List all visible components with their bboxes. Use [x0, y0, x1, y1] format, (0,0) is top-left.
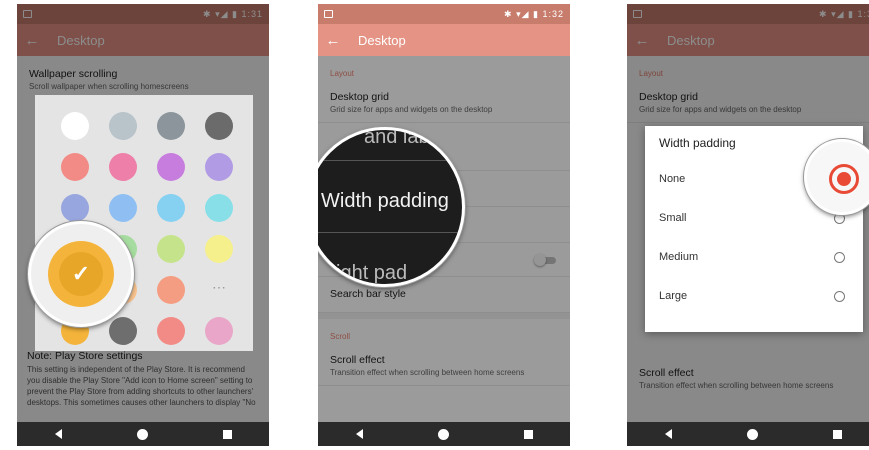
back-icon[interactable] — [664, 429, 672, 439]
color-swatch[interactable] — [109, 153, 137, 181]
page-title: Desktop — [358, 32, 406, 48]
color-swatch[interactable] — [157, 276, 185, 304]
back-icon[interactable] — [54, 429, 62, 439]
option-medium[interactable]: Medium — [659, 251, 698, 263]
magnifier-circle: ✓ — [28, 221, 134, 327]
home-icon[interactable] — [437, 428, 449, 440]
divider — [318, 232, 462, 233]
color-swatch[interactable] — [157, 235, 185, 263]
color-swatch[interactable] — [205, 153, 233, 181]
status-bar: ✱ ▾◢ ▮ 1:32 — [318, 4, 570, 24]
color-swatch[interactable] — [205, 317, 233, 345]
more-colors-icon[interactable]: ⋯ — [205, 276, 233, 304]
navigation-bar — [627, 422, 869, 446]
color-swatch[interactable] — [205, 194, 233, 222]
color-swatch[interactable] — [109, 317, 137, 345]
status-time: 1:32 — [542, 8, 564, 19]
magnified-text-below: ight pad — [336, 262, 408, 284]
navigation-bar — [17, 422, 269, 446]
option-none[interactable]: None — [659, 173, 685, 185]
color-swatch[interactable] — [61, 153, 89, 181]
recents-icon[interactable] — [832, 429, 842, 439]
navigation-bar — [318, 422, 570, 446]
selected-color-swatch[interactable]: ✓ — [48, 241, 114, 307]
color-swatch[interactable] — [157, 112, 185, 140]
back-icon[interactable] — [355, 429, 363, 439]
color-swatch[interactable] — [61, 194, 89, 222]
radio-none-selected[interactable] — [829, 164, 859, 194]
option-large[interactable]: Large — [659, 290, 687, 302]
color-swatch[interactable] — [157, 194, 185, 222]
color-swatch[interactable] — [205, 112, 233, 140]
radio-dot-icon — [837, 172, 851, 186]
radio-large[interactable] — [834, 291, 845, 302]
divider — [318, 160, 462, 161]
app-bar: ← Desktop — [318, 24, 570, 56]
color-swatch[interactable] — [157, 153, 185, 181]
color-swatch[interactable] — [61, 112, 89, 140]
home-icon[interactable] — [746, 428, 758, 440]
home-icon[interactable] — [136, 428, 148, 440]
color-swatch[interactable] — [109, 194, 137, 222]
magnified-width-padding[interactable]: Width padding — [321, 190, 449, 213]
recents-icon[interactable] — [222, 429, 232, 439]
back-arrow-icon[interactable]: ← — [318, 32, 348, 49]
phone-screen-color-picker: ✱ ▾◢ ▮ 1:31 ← Desktop Wallpaper scrollin… — [17, 4, 269, 446]
phone-screen-desktop-settings: ✱ ▾◢ ▮ 1:32 ← Desktop Layout Desktop gri… — [318, 4, 570, 446]
color-swatch[interactable] — [109, 112, 137, 140]
color-swatch[interactable] — [157, 317, 185, 345]
dialog-title: Width padding — [659, 136, 736, 150]
option-small[interactable]: Small — [659, 212, 687, 224]
radio-medium[interactable] — [834, 252, 845, 263]
notification-icon — [324, 10, 333, 18]
color-swatch[interactable] — [205, 235, 233, 263]
status-icons: ✱ ▾◢ ▮ — [504, 8, 543, 19]
checkmark-icon: ✓ — [71, 261, 91, 286]
recents-icon[interactable] — [523, 429, 533, 439]
phone-screen-width-padding-dialog: ✱ ▾◢ ▮ 1:3 ← Desktop Layout Desktop grid… — [627, 4, 869, 446]
magnified-text-above: and lab — [364, 127, 430, 148]
